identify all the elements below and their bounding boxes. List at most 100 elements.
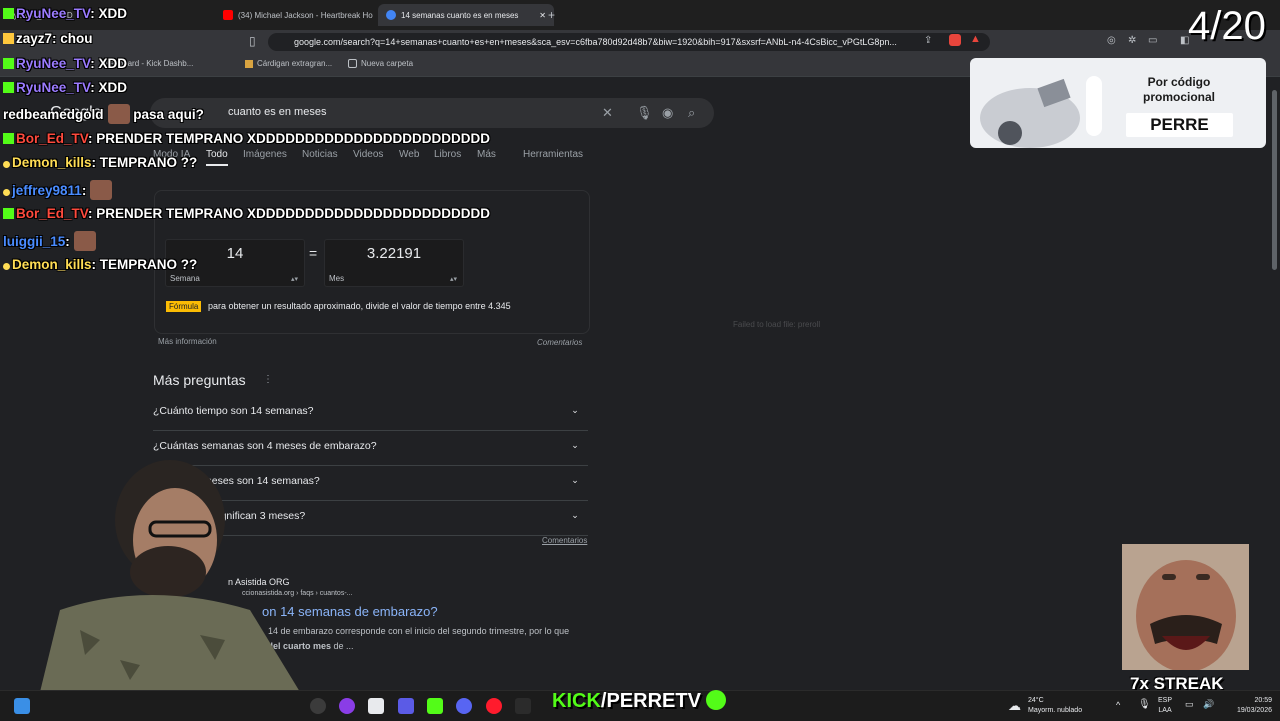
clear-icon[interactable]: ✕ bbox=[602, 105, 613, 121]
url-text: google.com/search?q=14+semanas+cuanto+es… bbox=[294, 37, 897, 47]
more-options-icon[interactable]: ⋮ bbox=[263, 374, 273, 385]
stream-counter: 4/20 bbox=[1188, 4, 1266, 48]
crown-icon bbox=[3, 33, 14, 44]
emote-icon bbox=[90, 180, 113, 200]
chat-text: XDD bbox=[98, 6, 128, 21]
app-icon[interactable] bbox=[427, 698, 443, 714]
close-tab-icon[interactable]: ✕ bbox=[539, 11, 546, 20]
kick-channel-banner: KICK/PERRETV bbox=[552, 690, 727, 713]
puzzle-icon[interactable]: ✲ bbox=[1128, 35, 1136, 46]
equals-sign: = bbox=[309, 245, 318, 261]
tab-imagenes[interactable]: Imágenes bbox=[243, 149, 287, 160]
bookmark-cardigan[interactable]: Cárdigan extragran... bbox=[245, 59, 332, 68]
result-snippet: 14 de embarazo corresponde con el inicio… bbox=[268, 626, 570, 636]
volume-icon[interactable]: 🔊 bbox=[1203, 699, 1214, 710]
snippet-tail: de ... bbox=[331, 641, 354, 651]
tab-google-search[interactable]: 14 semanas cuanto es en meses ✕ bbox=[378, 4, 554, 26]
microphone-icon[interactable]: 🎙 bbox=[1138, 699, 1151, 710]
chat-username: Bor_Ed_TV bbox=[16, 206, 89, 221]
bookmark-icon[interactable]: ▯ bbox=[249, 34, 256, 48]
chevron-down-icon[interactable]: ⌄ bbox=[566, 436, 584, 454]
tab-label: 14 semanas cuanto es en meses bbox=[401, 10, 519, 20]
chat-message: luiggii_15: bbox=[3, 231, 96, 251]
more-info-link[interactable]: Más información bbox=[158, 337, 217, 346]
microphone-icon[interactable]: 🎙 bbox=[636, 105, 653, 121]
clock[interactable]: 20:59 19/03/2026 bbox=[1222, 696, 1272, 716]
paa-question[interactable]: ¿Cuánto tiempo son 14 semanas? ⌄ bbox=[153, 395, 588, 431]
chevron-down-icon[interactable]: ⌄ bbox=[566, 401, 584, 419]
paa-feedback-link[interactable]: Comentarios bbox=[542, 536, 587, 545]
chat-message: Bor_Ed_TV: PRENDER TEMPRANO XDDDDDDDDDDD… bbox=[3, 206, 490, 221]
unit-dropdown-icon[interactable]: ▴▾ bbox=[450, 275, 457, 283]
badge-icon bbox=[3, 82, 14, 93]
share-icon[interactable]: ⇪ bbox=[924, 35, 932, 46]
url-field[interactable]: google.com/search?q=14+semanas+cuanto+es… bbox=[268, 33, 990, 51]
chevron-down-icon[interactable]: ⌄ bbox=[566, 471, 584, 489]
feedback-link[interactable]: Comentarios bbox=[537, 338, 582, 347]
tab-web[interactable]: Web bbox=[399, 149, 419, 160]
page-scrollbar[interactable] bbox=[1272, 90, 1277, 270]
chat-text: pasa aqui? bbox=[133, 107, 204, 122]
chat-text: XDD bbox=[98, 80, 128, 95]
chat-username: RyuNee_TV bbox=[16, 80, 91, 95]
chat-username: Demon_kills bbox=[12, 155, 92, 170]
tab-libros[interactable]: Libros bbox=[434, 149, 461, 160]
app-icon[interactable] bbox=[398, 698, 414, 714]
chat-text: XDD bbox=[98, 56, 128, 71]
app-icon[interactable] bbox=[339, 698, 355, 714]
language-indicator[interactable]: ESP LAA bbox=[1158, 696, 1172, 716]
kick-channel-name: /PERRETV bbox=[600, 690, 701, 712]
chat-username: RyuNee_TV bbox=[16, 56, 91, 71]
app-icon[interactable] bbox=[310, 698, 326, 714]
dot-icon bbox=[3, 161, 10, 168]
converter-input-right[interactable]: 3.22191 Mes ▴▾ bbox=[324, 239, 464, 287]
bookmark-folder[interactable]: Nueva carpeta bbox=[348, 59, 413, 68]
tab-todo[interactable]: Todo bbox=[206, 149, 228, 166]
weather-widget[interactable]: 24°C Mayorm. nublado bbox=[1028, 696, 1082, 716]
promo-text-line2: promocional bbox=[1142, 90, 1215, 104]
chat-message: RyuNee_TV: XDD bbox=[3, 56, 127, 71]
tab-mas[interactable]: Más bbox=[477, 149, 496, 160]
badge-icon bbox=[3, 208, 14, 219]
weather-temp: 24°C bbox=[1028, 697, 1044, 704]
google-icon bbox=[386, 10, 396, 20]
tab-videos[interactable]: Videos bbox=[353, 149, 383, 160]
browser-tab-bar: RyuNee_TV: XDD (34) Michael Jackson - He… bbox=[0, 0, 1280, 30]
tab-herramientas[interactable]: Herramientas bbox=[523, 149, 583, 160]
discord-icon[interactable] bbox=[456, 698, 472, 714]
lang-line2: LAA bbox=[1158, 707, 1172, 714]
app-icon[interactable] bbox=[515, 698, 531, 714]
incognito-icon[interactable]: ◎ bbox=[1107, 35, 1116, 46]
promo-code: PERRE bbox=[1126, 113, 1233, 137]
extension-triangle-icon[interactable]: ▲ bbox=[970, 33, 981, 45]
chevron-down-icon[interactable]: ⌄ bbox=[566, 506, 584, 524]
opera-icon[interactable] bbox=[486, 698, 502, 714]
extension-icon[interactable] bbox=[949, 34, 961, 46]
tab-noticias[interactable]: Noticias bbox=[302, 149, 338, 160]
address-bar-row: ▯ google.com/search?q=14+semanas+cuanto+… bbox=[0, 30, 1280, 54]
network-icon[interactable]: ▭ bbox=[1185, 699, 1194, 710]
emote-icon bbox=[107, 104, 130, 124]
chat-text: TEMPRANO ?? bbox=[99, 155, 198, 170]
laughing-meme-image bbox=[1122, 544, 1249, 670]
tablet-icon[interactable]: ▭ bbox=[1148, 35, 1157, 46]
people-also-ask-title: Más preguntas bbox=[153, 372, 246, 388]
lang-line1: ESP bbox=[1158, 697, 1173, 704]
paa-question-text: ¿Cuánto tiempo son 14 semanas? bbox=[153, 405, 314, 417]
google-search-box[interactable]: Google cuanto es en meses ✕ 🎙 ◉ ⌕ bbox=[50, 98, 714, 128]
new-tab-icon[interactable]: + bbox=[548, 8, 555, 22]
tray-chevron-icon[interactable]: ^ bbox=[1116, 700, 1120, 710]
search-icon[interactable]: ⌕ bbox=[688, 105, 695, 121]
windows-start-icon[interactable] bbox=[14, 698, 30, 714]
bookmark-label: Nueva carpeta bbox=[361, 59, 414, 68]
tab-youtube[interactable]: (34) Michael Jackson - Heartbreak Ho bbox=[215, 4, 381, 26]
folder-icon bbox=[348, 59, 357, 68]
app-icon[interactable] bbox=[368, 698, 384, 714]
chat-username: jeffrey9811 bbox=[12, 183, 82, 198]
dot-icon bbox=[3, 263, 10, 270]
chat-message: RyuNee_TV: XDD bbox=[3, 80, 127, 95]
weather-icon[interactable]: ☁ bbox=[1008, 698, 1024, 714]
chat-message: RyuNee_TV: XDD bbox=[3, 6, 127, 21]
unit-dropdown-icon[interactable]: ▴▾ bbox=[291, 275, 298, 283]
lens-icon[interactable]: ◉ bbox=[662, 105, 673, 121]
